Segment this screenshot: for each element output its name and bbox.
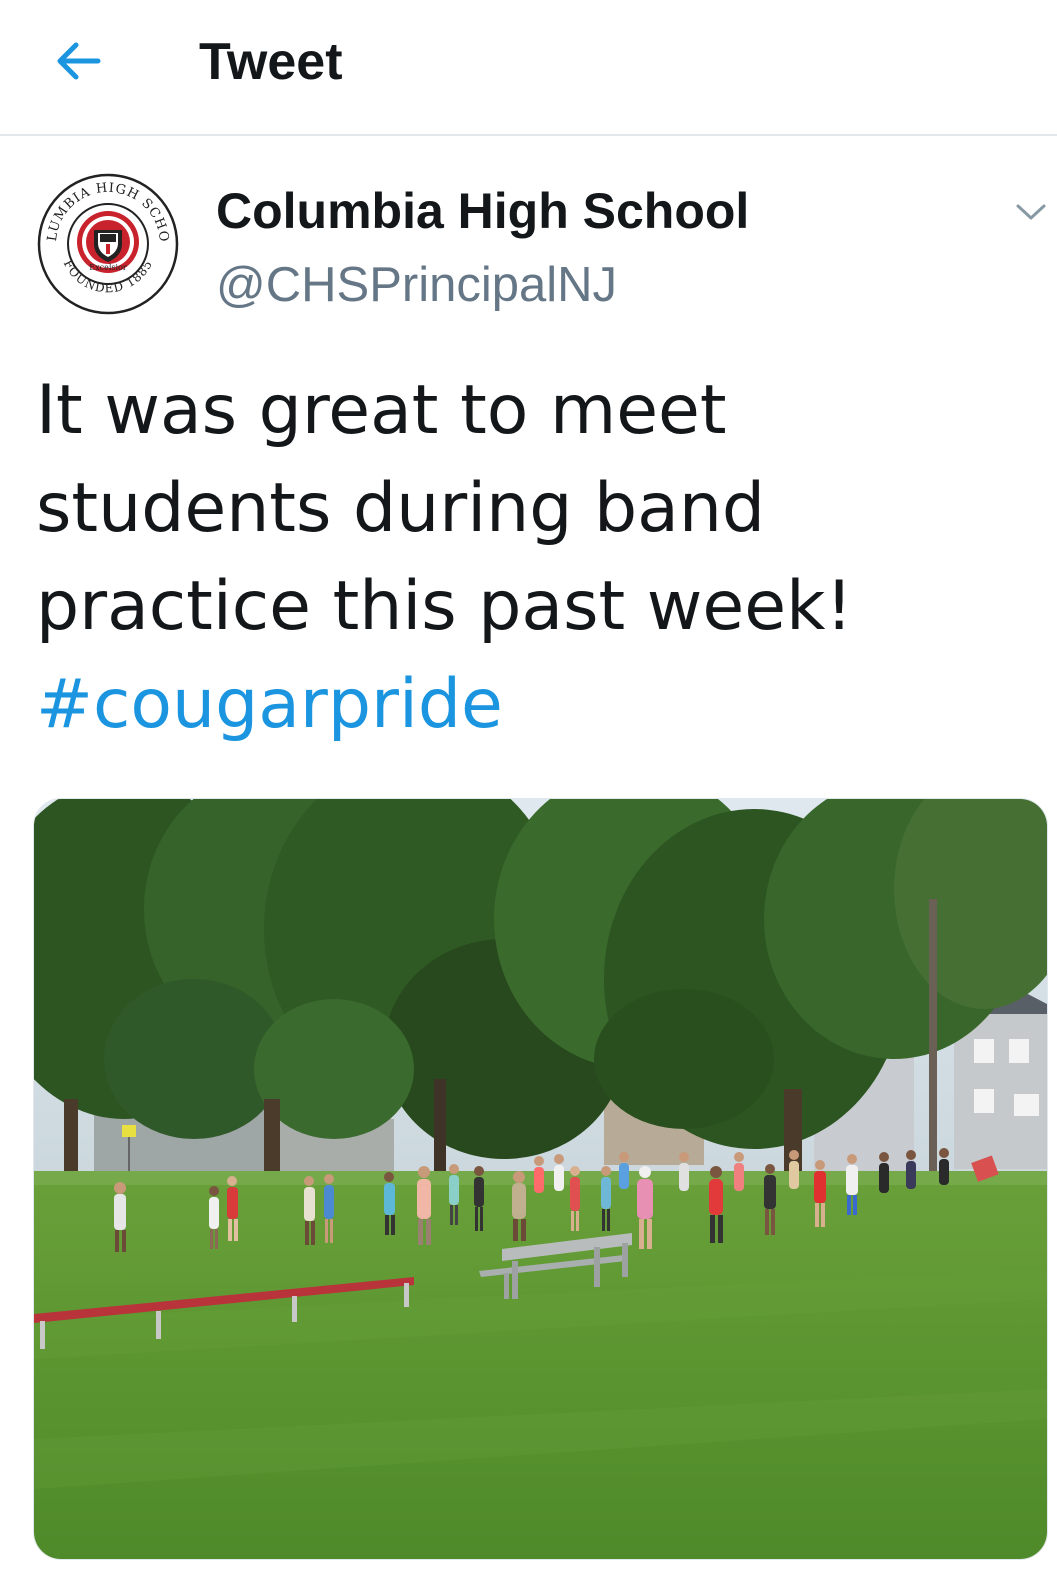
page-title: Tweet — [199, 33, 343, 91]
author-name[interactable]: Columbia High School — [216, 180, 749, 242]
author-handle[interactable]: @CHSPrincipalNJ — [216, 254, 617, 316]
tweet-text-line: It was great to meet — [36, 371, 727, 450]
school-seal-logo: COLUMBIA HIGH SCHOOL FOUNDED 1885 Excels… — [30, 161, 179, 315]
arrow-left-icon — [57, 42, 101, 80]
tweet-text-line: practice this past week! — [36, 567, 853, 646]
chevron-down-icon — [1016, 204, 1046, 220]
hashtag-link[interactable]: #cougarpride — [36, 656, 1036, 754]
back-button[interactable] — [40, 26, 116, 96]
tweet-photo[interactable] — [33, 798, 1048, 1560]
svg-text:Excelsior: Excelsior — [89, 263, 127, 272]
more-options-button[interactable] — [1005, 190, 1057, 234]
tweet-text-line: students during band — [36, 469, 766, 548]
band-practice-photo — [34, 799, 1047, 1559]
tweet-text: It was great to meet students during ban… — [36, 362, 1036, 754]
avatar[interactable]: COLUMBIA HIGH SCHOOL FOUNDED 1885 Excels… — [30, 161, 180, 316]
top-bar: Tweet — [0, 0, 1057, 136]
